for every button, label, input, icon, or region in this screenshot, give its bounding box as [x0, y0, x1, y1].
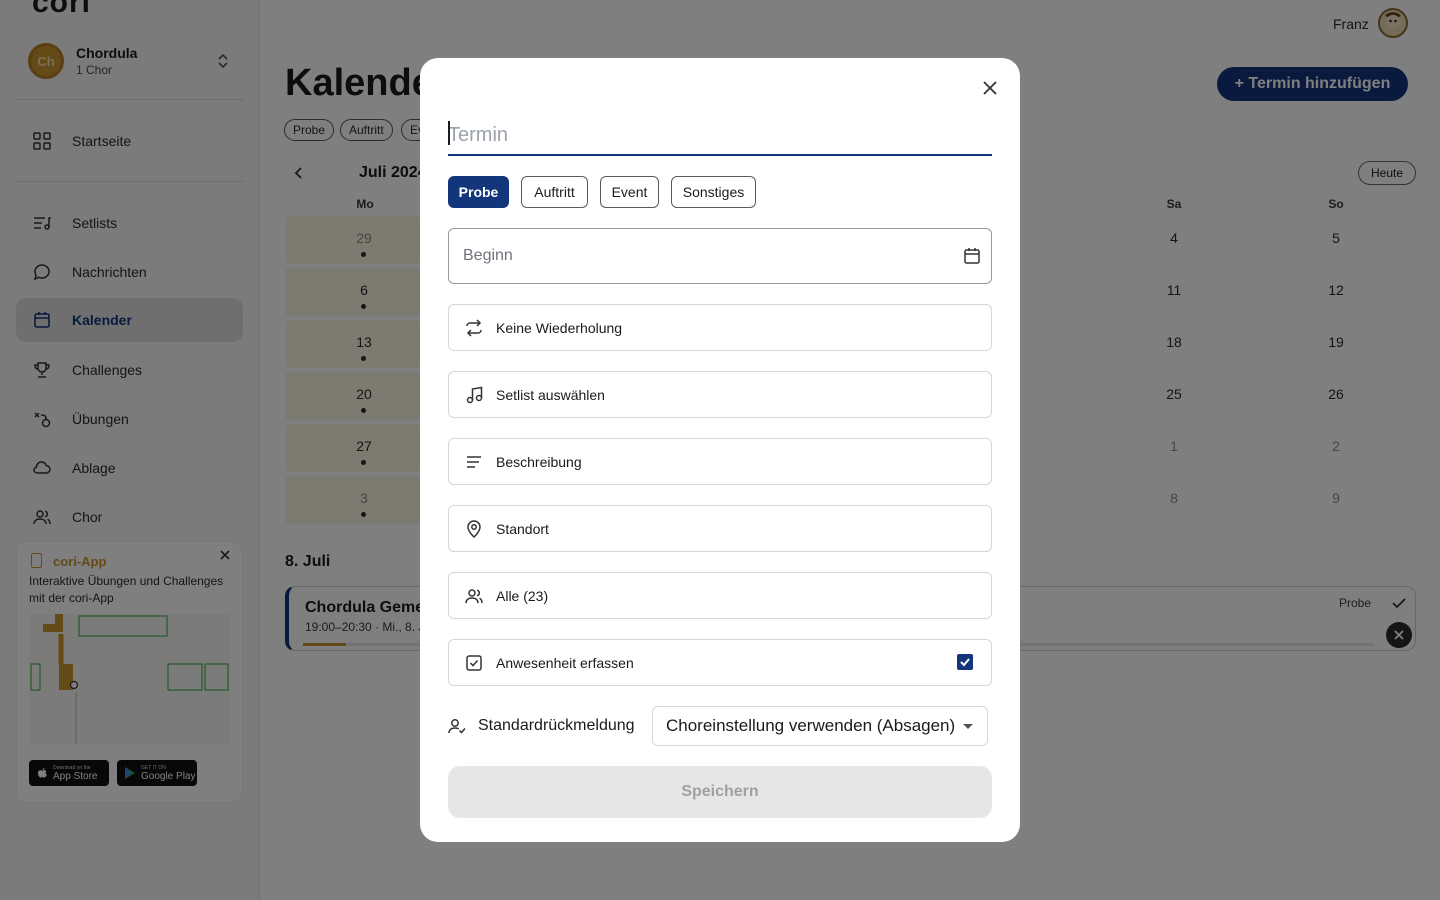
- location-pin-icon: [465, 519, 483, 538]
- checklist-icon: [465, 654, 483, 672]
- repeat-option[interactable]: Keine Wiederholung: [448, 304, 992, 351]
- text-lines-icon: [465, 453, 483, 471]
- description-option[interactable]: Beschreibung: [448, 438, 992, 485]
- checkmark-icon: [960, 658, 970, 667]
- location-option[interactable]: Standort: [448, 505, 992, 552]
- participants-option-label: Alle (23): [496, 587, 549, 604]
- music-note-icon: [465, 386, 483, 404]
- default-reply-value: Choreinstellung verwenden (Absagen): [666, 716, 956, 735]
- save-button[interactable]: Speichern: [448, 766, 992, 818]
- close-icon[interactable]: [980, 78, 1000, 98]
- event-title-input[interactable]: [448, 116, 992, 156]
- repeat-icon: [465, 318, 483, 337]
- begin-date-field[interactable]: Beginn: [448, 228, 992, 284]
- repeat-option-label: Keine Wiederholung: [496, 319, 623, 336]
- setlist-option-label: Setlist auswählen: [496, 386, 605, 403]
- default-reply-row: Standardrückmeldung Choreinstellung verw…: [448, 706, 992, 746]
- location-option-label: Standort: [496, 520, 549, 537]
- setlist-option[interactable]: Setlist auswählen: [448, 371, 992, 418]
- dropdown-arrow-icon: [963, 724, 973, 729]
- user-check-icon: [448, 717, 466, 735]
- create-event-dialog: Probe Auftritt Event Sonstiges Beginn Ke…: [420, 58, 1020, 842]
- attendance-option-label: Anwesenheit erfassen: [496, 654, 634, 671]
- type-button-probe[interactable]: Probe: [448, 176, 509, 208]
- type-button-auftritt[interactable]: Auftritt: [521, 176, 588, 208]
- attendance-option[interactable]: Anwesenheit erfassen: [448, 639, 992, 686]
- users-icon: [465, 587, 483, 605]
- default-reply-select[interactable]: Choreinstellung verwenden (Absagen): [652, 706, 988, 746]
- type-button-sonstiges[interactable]: Sonstiges: [671, 176, 756, 208]
- begin-date-placeholder: Beginn: [463, 247, 513, 264]
- description-option-label: Beschreibung: [496, 453, 582, 470]
- attendance-checkbox[interactable]: [957, 654, 973, 670]
- participants-option[interactable]: Alle (23): [448, 572, 992, 619]
- calendar-icon[interactable]: [963, 247, 981, 265]
- text-cursor: [448, 121, 450, 145]
- type-button-event[interactable]: Event: [600, 176, 659, 208]
- default-reply-label: Standardrückmeldung: [478, 717, 635, 734]
